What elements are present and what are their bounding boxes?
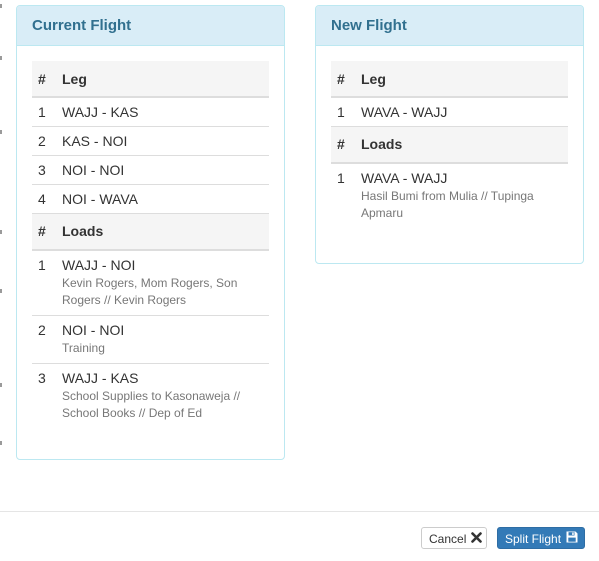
current-flight-body: # Leg 1 WAJJ - KAS 2 KAS - NOI 3 NOI - N… (17, 46, 284, 428)
leg-num: 3 (32, 155, 56, 185)
legs-header-num: # (32, 61, 56, 98)
legs-header-label: Leg (355, 61, 568, 98)
loads-header-label: Loads (56, 213, 269, 251)
leg-num: 1 (337, 104, 345, 120)
load-cell: WAJJ - KAS School Supplies to Kasonaweja… (56, 362, 269, 428)
loads-header-row: # Loads (331, 126, 568, 164)
new-flight-table: # Leg 1 WAVA - WAJJ # Loads 1 WAVA - WAJ… (331, 61, 568, 228)
loads-header-row: # Loads (32, 213, 269, 251)
edge-mark (0, 56, 2, 60)
leg-route: WAJJ - KAS (62, 104, 139, 120)
load-cell: WAJJ - NOI Kevin Rogers, Mom Rogers, Son… (56, 250, 269, 316)
leg-row: 1 WAJJ - KAS (32, 97, 269, 127)
leg-num: 4 (32, 184, 56, 214)
leg-row: 1 WAVA - WAJJ (331, 97, 568, 127)
load-row: 1 WAJJ - NOI Kevin Rogers, Mom Rogers, S… (32, 250, 269, 316)
legs-header-label: Leg (56, 61, 269, 98)
legs-header-num: # (331, 61, 355, 98)
load-num: 1 (337, 169, 345, 186)
load-cell: WAVA - WAJJ Hasil Bumi from Mulia // Tup… (355, 163, 568, 228)
legs-header-row: # Leg (331, 61, 568, 98)
load-description: Hasil Bumi from Mulia // Tupinga Apmaru (361, 188, 534, 220)
floppy-disk-icon (566, 529, 578, 549)
cancel-button[interactable]: Cancel (421, 527, 487, 549)
leg-route: KAS - NOI (56, 126, 269, 156)
leg-row: 3 NOI - NOI (32, 155, 269, 185)
load-num: 1 (38, 256, 46, 273)
edge-mark (0, 441, 2, 445)
edge-mark (0, 130, 2, 134)
split-flight-button[interactable]: Split Flight (497, 527, 585, 549)
load-row: 2 NOI - NOI Training (32, 314, 269, 363)
leg-route: NOI - NOI (56, 155, 269, 185)
load-num: 2 (32, 314, 56, 363)
load-route: NOI - NOI (62, 321, 125, 338)
load-row: 3 WAJJ - KAS School Supplies to Kasonawe… (32, 362, 269, 428)
load-description: Training (62, 340, 105, 355)
cancel-button-label: Cancel (429, 531, 467, 546)
background-edge (0, 0, 2, 510)
leg-row: 2 KAS - NOI (32, 126, 269, 156)
dialog-footer: Cancel Split Flight (0, 511, 599, 561)
new-flight-body: # Leg 1 WAVA - WAJJ # Loads 1 WAVA - WAJ… (316, 46, 583, 228)
edge-mark (0, 383, 2, 387)
load-row: 1 WAVA - WAJJ Hasil Bumi from Mulia // T… (331, 163, 568, 228)
split-flight-button-label: Split Flight (505, 531, 562, 546)
loads-header-num: # (331, 126, 355, 164)
new-flight-panel: New Flight # Leg 1 WAVA - WAJJ # Loads 1… (315, 5, 584, 264)
leg-num: 1 (38, 104, 46, 120)
split-flight-dialog: Current Flight # Leg 1 WAJJ - KAS 2 KAS … (0, 0, 599, 561)
load-route: WAJJ - KAS (62, 369, 139, 386)
current-flight-table: # Leg 1 WAJJ - KAS 2 KAS - NOI 3 NOI - N… (32, 61, 269, 428)
load-cell: NOI - NOI Training (56, 314, 269, 363)
load-num: 3 (32, 362, 56, 428)
leg-route: NOI - WAVA (56, 184, 269, 214)
load-route: WAVA - WAJJ (361, 169, 448, 186)
current-flight-panel: Current Flight # Leg 1 WAJJ - KAS 2 KAS … (16, 5, 285, 460)
edge-mark (0, 289, 2, 293)
current-flight-heading: Current Flight (17, 6, 284, 46)
leg-route: WAVA - WAJJ (361, 104, 448, 120)
close-icon (471, 529, 483, 549)
edge-mark (0, 4, 2, 8)
edge-mark (0, 230, 2, 234)
load-description: Kevin Rogers, Mom Rogers, Son Rogers // … (62, 275, 238, 307)
leg-row: 4 NOI - WAVA (32, 184, 269, 214)
new-flight-heading: New Flight (316, 6, 583, 46)
legs-header-row: # Leg (32, 61, 269, 98)
load-description: School Supplies to Kasonaweja // School … (62, 388, 241, 420)
load-route: WAJJ - NOI (62, 256, 136, 273)
loads-header-label: Loads (355, 126, 568, 164)
leg-num: 2 (32, 126, 56, 156)
loads-header-num: # (32, 213, 56, 251)
